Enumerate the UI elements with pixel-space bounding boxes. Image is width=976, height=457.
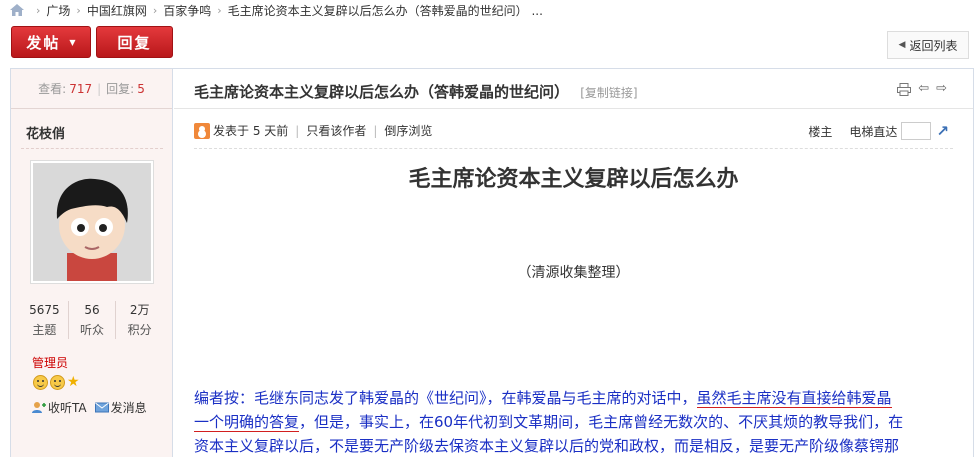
breadcrumb-item-thread[interactable]: 毛主席论资本主义复辟以后怎么办（答韩爱晶的世纪问） ... — [228, 2, 543, 19]
replies-label: 回复: — [106, 82, 135, 96]
count-label: 积分 — [127, 323, 152, 337]
breadcrumb-separator: › — [152, 3, 158, 17]
new-post-label: 发帖 — [26, 33, 61, 52]
breadcrumb-separator: › — [76, 3, 81, 17]
author-sidebar: 查看: 717 | 回复: 5 花枝俏 5675 主题 56 听众 2万 积分 … — [11, 69, 173, 457]
message-envelope-icon — [94, 402, 109, 413]
post-frame: 查看: 717 | 回复: 5 花枝俏 5675 主题 56 听众 2万 积分 … — [10, 68, 974, 457]
reply-button[interactable]: 回复 — [96, 26, 173, 58]
breadcrumb: › 广场 › 中国红旗网 › 百家争鸣 › 毛主席论资本主义复辟以后怎么办（答韩… — [10, 1, 543, 19]
post-area: 毛主席论资本主义复辟以后怎么办（答韩爱晶的世纪问） [复制链接] ⇦ ⇨ 发表于… — [174, 69, 973, 457]
next-thread-icon[interactable]: ⇨ — [936, 82, 947, 96]
post-subheading: （清源收集整理） — [517, 265, 630, 281]
breadcrumb-separator: › — [36, 3, 41, 17]
divider — [21, 148, 163, 149]
user-actions: 收听TA 发消息 — [32, 399, 147, 416]
smiley-badge-icon — [50, 375, 65, 390]
views-label: 查看: — [38, 82, 67, 96]
floor-jump-input[interactable] — [901, 122, 932, 140]
meta-divider: | — [295, 123, 300, 138]
count-value: 2万 — [129, 303, 150, 317]
new-post-button[interactable]: 发帖 ▼ — [11, 26, 91, 58]
breadcrumb-item-forum[interactable]: 中国红旗网 — [87, 2, 147, 19]
follow-user-icon — [32, 402, 46, 413]
breadcrumb-item-plaza[interactable]: 广场 — [46, 2, 70, 19]
caret-down-icon: ▼ — [69, 37, 76, 47]
print-icon[interactable] — [897, 82, 912, 96]
reply-label: 回复 — [117, 33, 152, 52]
post-meta: 发表于 5 天前 | 只看该作者 | 倒序浏览 — [194, 122, 432, 139]
copy-link-button[interactable]: [复制链接] — [580, 86, 637, 100]
back-to-list-button[interactable]: ◀ 返回列表 — [887, 31, 969, 59]
count-points[interactable]: 2万 积分 — [116, 301, 163, 339]
meta-divider: | — [373, 123, 378, 138]
body-line: 资本主义复辟以后，不是要无产阶级去保资本主义复辟以后的党和政权，而是相反，是要无… — [194, 434, 963, 457]
underlined-text: 一个明确的答复 — [194, 413, 300, 432]
body-text: 编者按：毛继东同志发了韩爱晶的《世纪问》，在韩爱晶与毛主席的对话中， — [194, 389, 697, 407]
user-badges: ★ — [33, 375, 80, 390]
author-name[interactable]: 花枝俏 — [26, 123, 65, 142]
body-line: 编者按：毛继东同志发了韩爱晶的《世纪问》，在韩爱晶与毛主席的对话中，虽然毛主席没… — [194, 386, 963, 410]
reverse-view-link[interactable]: 倒序浏览 — [384, 122, 432, 139]
online-status-icon — [194, 122, 210, 139]
post-heading: 毛主席论资本主义复辟以后怎么办 — [408, 167, 739, 192]
body-text: 资本主义复辟以后，不是要无产阶级去保资本主义复辟以后的党和政权，而是相反，是要无… — [194, 437, 900, 455]
count-listeners[interactable]: 56 听众 — [69, 301, 117, 339]
breadcrumb-item-board[interactable]: 百家争鸣 — [163, 2, 211, 19]
floor-tools: 楼主 电梯直达 ↗ — [808, 122, 949, 140]
elevator-label: 电梯直达 — [849, 124, 898, 139]
avatar[interactable] — [30, 160, 154, 284]
views-count: 717 — [69, 81, 93, 96]
count-value: 5675 — [29, 303, 60, 317]
star-badge-icon: ★ — [67, 374, 80, 390]
only-author-link[interactable]: 只看该作者 — [306, 122, 366, 139]
avatar-image — [33, 163, 151, 281]
smiley-badge-icon — [33, 375, 48, 390]
body-text: ，但是，事实上，在60年代初到文革期间，毛主席曾经无数次的、不厌其烦的教导我们，… — [299, 413, 904, 431]
thread-stats: 查看: 717 | 回复: 5 — [11, 69, 172, 109]
home-icon[interactable] — [10, 4, 24, 16]
floor-label: 楼主 — [808, 124, 833, 139]
replies-count: 5 — [137, 81, 145, 96]
follow-link[interactable]: 收听TA — [48, 399, 87, 416]
go-arrow-icon[interactable]: ↗ — [936, 122, 949, 140]
back-to-list-label: 返回列表 — [909, 38, 958, 53]
posted-prefix: 发表于 — [213, 124, 250, 138]
breadcrumb-separator: › — [217, 3, 222, 17]
post-body: 编者按：毛继东同志发了韩爱晶的《世纪问》，在韩爱晶与毛主席的对话中，虽然毛主席没… — [194, 386, 963, 457]
divider — [194, 148, 953, 149]
author-counts: 5675 主题 56 听众 2万 积分 — [21, 301, 163, 339]
thread-title-text: 毛主席论资本主义复辟以后怎么办（答韩爱晶的世纪问） — [194, 83, 570, 101]
underlined-text: 虽然毛主席没有直接给韩爱晶 — [696, 389, 892, 408]
arrow-left-icon: ◀ — [898, 40, 906, 50]
thread-title: 毛主席论资本主义复辟以后怎么办（答韩爱晶的世纪问） [复制链接] — [194, 81, 638, 102]
count-value: 56 — [84, 303, 100, 317]
count-label: 听众 — [80, 323, 105, 337]
previous-thread-icon[interactable]: ⇦ — [918, 82, 929, 96]
count-topics[interactable]: 5675 主题 — [21, 301, 69, 339]
title-tools: ⇦ ⇨ — [897, 82, 947, 96]
user-role[interactable]: 管理员 — [32, 354, 68, 371]
count-label: 主题 — [32, 323, 57, 337]
send-message-link[interactable]: 发消息 — [111, 399, 147, 416]
posted-time: 5 天前 — [252, 124, 289, 138]
post-title-bar: 毛主席论资本主义复辟以后怎么办（答韩爱晶的世纪问） [复制链接] ⇦ ⇨ — [174, 69, 973, 109]
stats-divider: | — [97, 81, 102, 96]
body-line: 一个明确的答复，但是，事实上，在60年代初到文革期间，毛主席曾经无数次的、不厌其… — [194, 410, 963, 434]
